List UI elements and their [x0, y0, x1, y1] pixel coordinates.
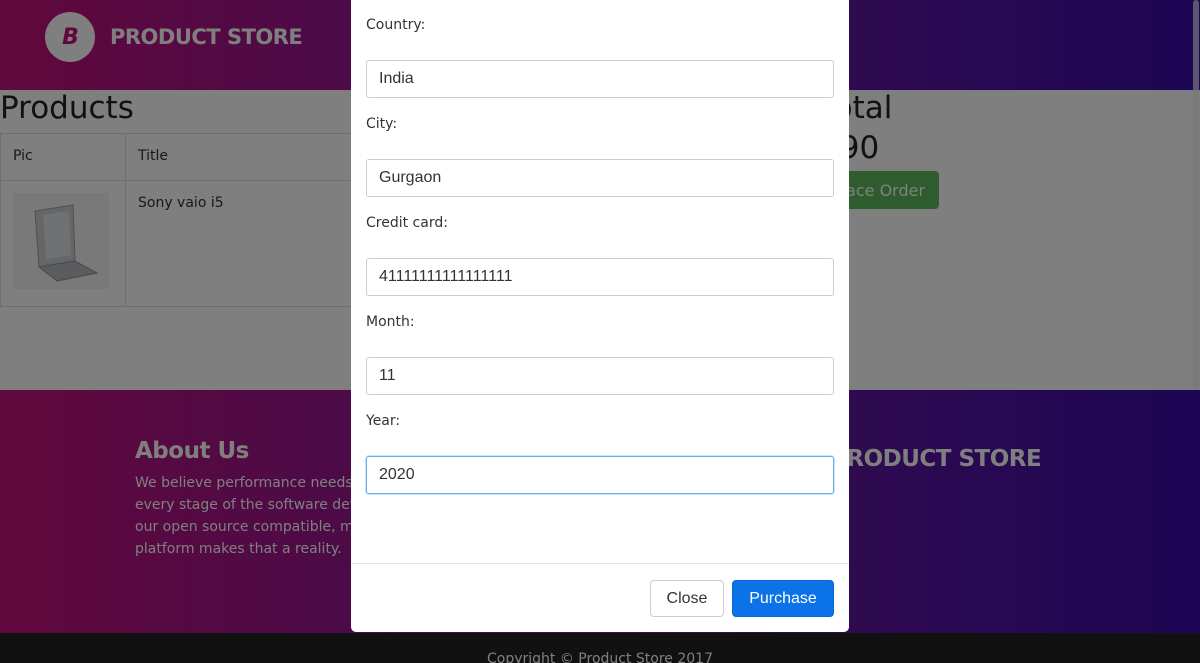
country-input[interactable]	[366, 60, 834, 98]
purchase-button[interactable]: Purchase	[732, 580, 834, 617]
modal-footer: Close Purchase	[351, 563, 849, 632]
city-input[interactable]	[366, 159, 834, 197]
close-button[interactable]: Close	[650, 580, 724, 617]
credit-card-input[interactable]	[366, 258, 834, 296]
scrollbar-thumb[interactable]	[1193, 0, 1199, 388]
country-label: Country:	[366, 17, 426, 33]
year-input[interactable]	[366, 456, 834, 494]
page-scrollbar[interactable]	[1192, 0, 1200, 663]
credit-card-label: Credit card:	[366, 215, 448, 231]
month-input[interactable]	[366, 357, 834, 395]
month-label: Month:	[366, 314, 415, 330]
year-label: Year:	[366, 413, 401, 429]
city-label: City:	[366, 116, 398, 132]
place-order-modal: Country: City: Credit card: Month: Year:…	[351, 0, 849, 632]
